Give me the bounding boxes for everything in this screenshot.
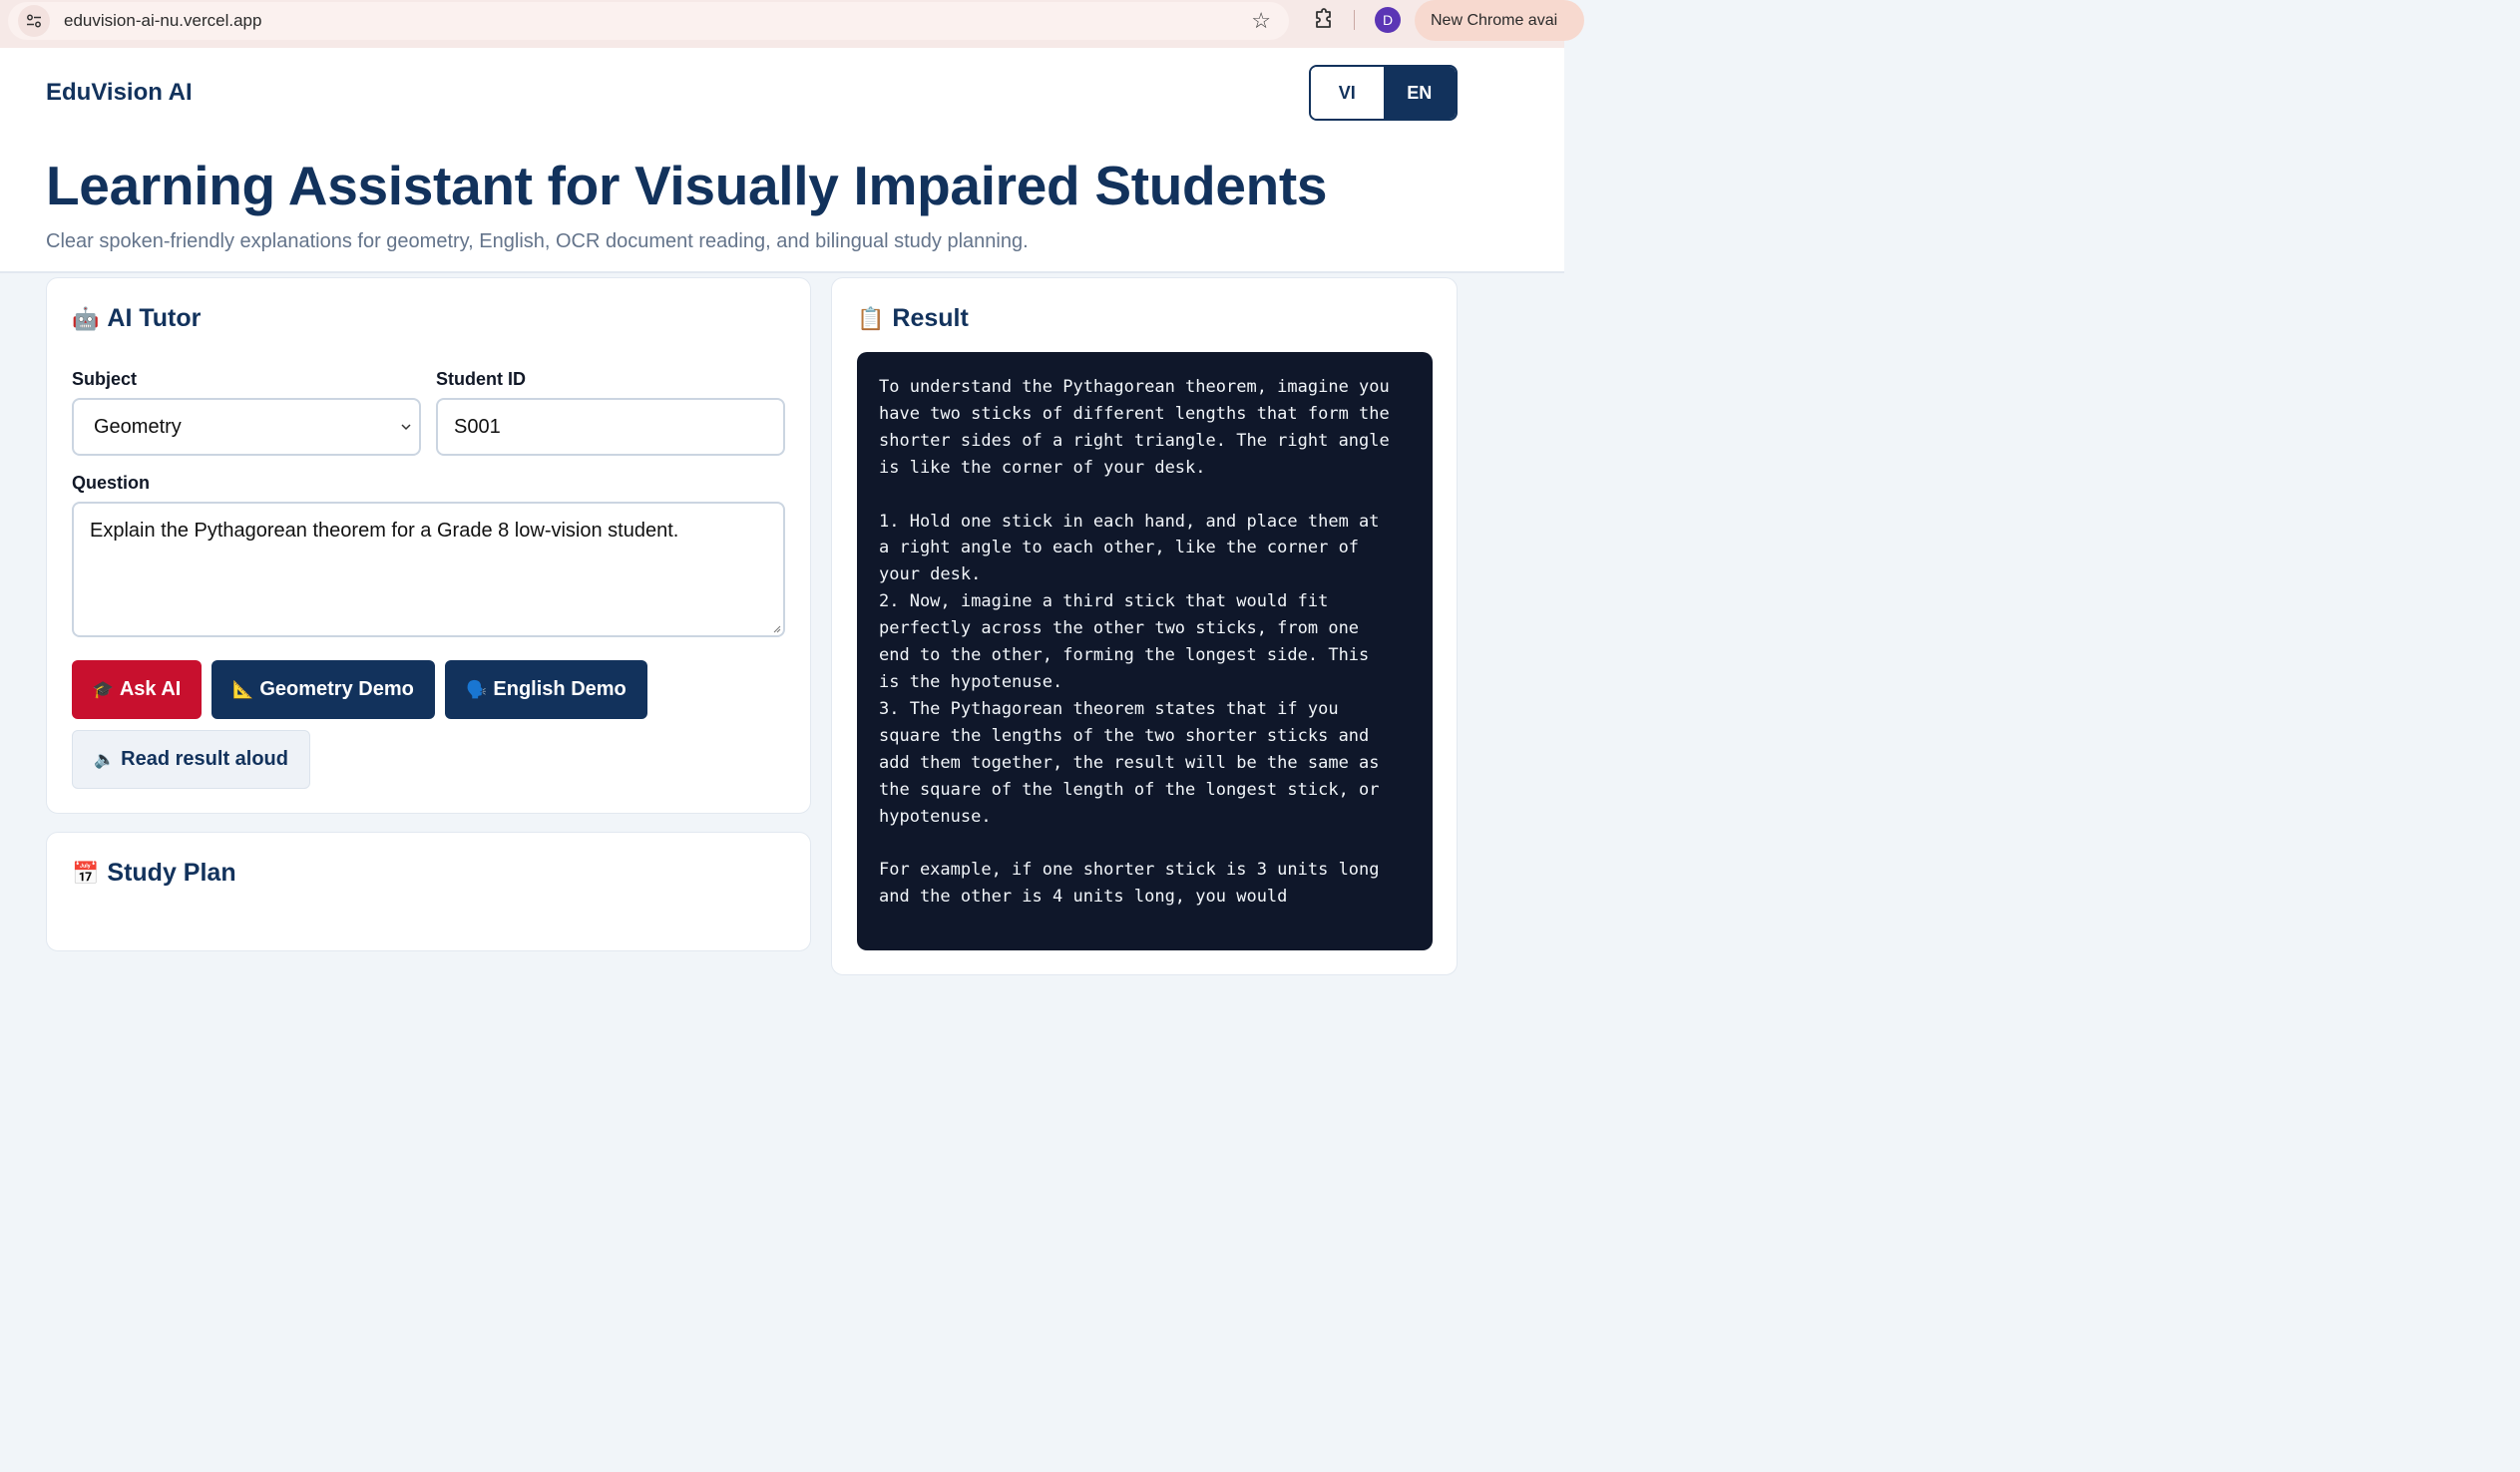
- read-aloud-label: Read result aloud: [121, 748, 288, 770]
- extensions-icon[interactable]: [1309, 7, 1335, 33]
- subject-selected-value: Geometry: [94, 415, 182, 438]
- profile-avatar[interactable]: D: [1375, 7, 1401, 33]
- result-card: 📋 Result To understand the Pythagorean t…: [831, 277, 1458, 975]
- english-demo-label: English Demo: [493, 678, 627, 700]
- ask-ai-button[interactable]: 🎓 Ask AI: [72, 660, 202, 719]
- geometry-demo-button[interactable]: 📐 Geometry Demo: [211, 660, 435, 719]
- page-title: Learning Assistant for Visually Impaired…: [46, 155, 1328, 216]
- study-plan-heading: 📅 Study Plan: [72, 859, 236, 888]
- speaker-icon: 🔈: [94, 749, 116, 769]
- student-id-input[interactable]: S001: [436, 398, 785, 456]
- page-header: EduVision AI VI EN Learning Assistant fo…: [0, 48, 1564, 273]
- result-title: Result: [892, 304, 969, 332]
- clipboard-icon: 📋: [857, 305, 885, 331]
- study-plan-card: 📅 Study Plan: [46, 832, 811, 951]
- robot-icon: 🤖: [72, 305, 100, 331]
- triangle-ruler-icon: 📐: [232, 679, 254, 699]
- question-value: Explain the Pythagorean theorem for a Gr…: [90, 520, 679, 542]
- geometry-demo-label: Geometry Demo: [259, 678, 414, 700]
- address-bar[interactable]: eduvision-ai-nu.vercel.app ☆: [8, 2, 1289, 40]
- ai-tutor-heading: 🤖 AI Tutor: [72, 304, 201, 333]
- calendar-icon: 📅: [72, 860, 100, 886]
- resize-handle-icon[interactable]: [771, 623, 781, 633]
- toolbar-divider: [1354, 10, 1355, 30]
- browser-toolbar: eduvision-ai-nu.vercel.app ☆ D New Chrom…: [0, 0, 1584, 48]
- student-id-value: S001: [454, 415, 501, 438]
- page-subtitle: Clear spoken-friendly explanations for g…: [46, 230, 1029, 252]
- lang-en-button[interactable]: EN: [1383, 67, 1456, 119]
- student-id-label: Student ID: [436, 369, 526, 389]
- bookmark-star-icon[interactable]: ☆: [1251, 10, 1271, 32]
- english-demo-button[interactable]: 🗣️ English Demo: [445, 660, 647, 719]
- result-heading: 📋 Result: [857, 304, 969, 333]
- chrome-update-button[interactable]: New Chrome avai: [1415, 0, 1584, 41]
- lang-vi-button[interactable]: VI: [1311, 67, 1384, 119]
- study-plan-title: Study Plan: [107, 859, 236, 887]
- read-aloud-button[interactable]: 🔈 Read result aloud: [72, 730, 310, 789]
- ai-tutor-card: 🤖 AI Tutor Subject Geometry Student ID S…: [46, 277, 811, 814]
- site-settings-icon[interactable]: [18, 5, 50, 37]
- subject-label: Subject: [72, 369, 138, 389]
- url-text[interactable]: eduvision-ai-nu.vercel.app: [64, 11, 261, 31]
- question-label: Question: [72, 473, 151, 493]
- chevron-down-icon: [401, 424, 411, 431]
- brand-logo[interactable]: EduVision AI: [46, 79, 193, 107]
- ask-ai-label: Ask AI: [119, 678, 182, 700]
- language-toggle: VI EN: [1309, 65, 1458, 121]
- result-output: To understand the Pythagorean theorem, i…: [857, 352, 1433, 950]
- graduation-cap-icon: 🎓: [92, 679, 114, 699]
- subject-select[interactable]: Geometry: [72, 398, 421, 456]
- question-textarea[interactable]: Explain the Pythagorean theorem for a Gr…: [72, 502, 785, 637]
- ai-tutor-title: AI Tutor: [107, 304, 202, 332]
- speaking-head-icon: 🗣️: [466, 679, 488, 699]
